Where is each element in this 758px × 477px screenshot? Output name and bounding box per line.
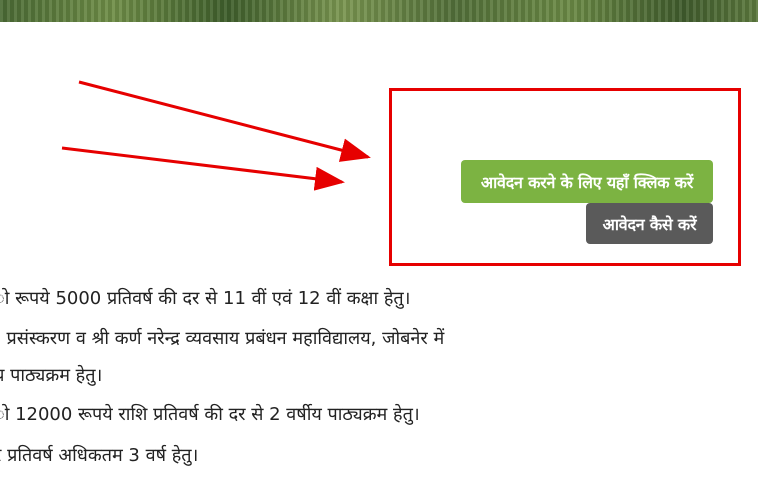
annotation-arrow-lower: [61, 146, 345, 191]
annotation-arrow-upper: [78, 80, 371, 162]
how-to-apply-button[interactable]: आवेदन कैसे करें: [586, 203, 713, 244]
text-line: ो 12000 रूपये राशि प्रतिवर्ष की दर से 2 …: [0, 404, 420, 425]
apply-here-button[interactable]: आवेदन करने के लिए यहाँ क्लिक करें: [461, 160, 713, 203]
text-line: य पाठ्यक्रम हेतु।: [0, 365, 103, 386]
header-banner-image: [0, 0, 758, 22]
text-line: र प्रतिवर्ष अधिकतम 3 वर्ष हेतु।: [0, 445, 199, 466]
text-line: । प्रसंस्करण व श्री कर्ण नरेन्द्र व्यवसा…: [0, 328, 445, 349]
text-line: ो रूपये 5000 प्रतिवर्ष की दर से 11 वीं ए…: [0, 288, 411, 309]
